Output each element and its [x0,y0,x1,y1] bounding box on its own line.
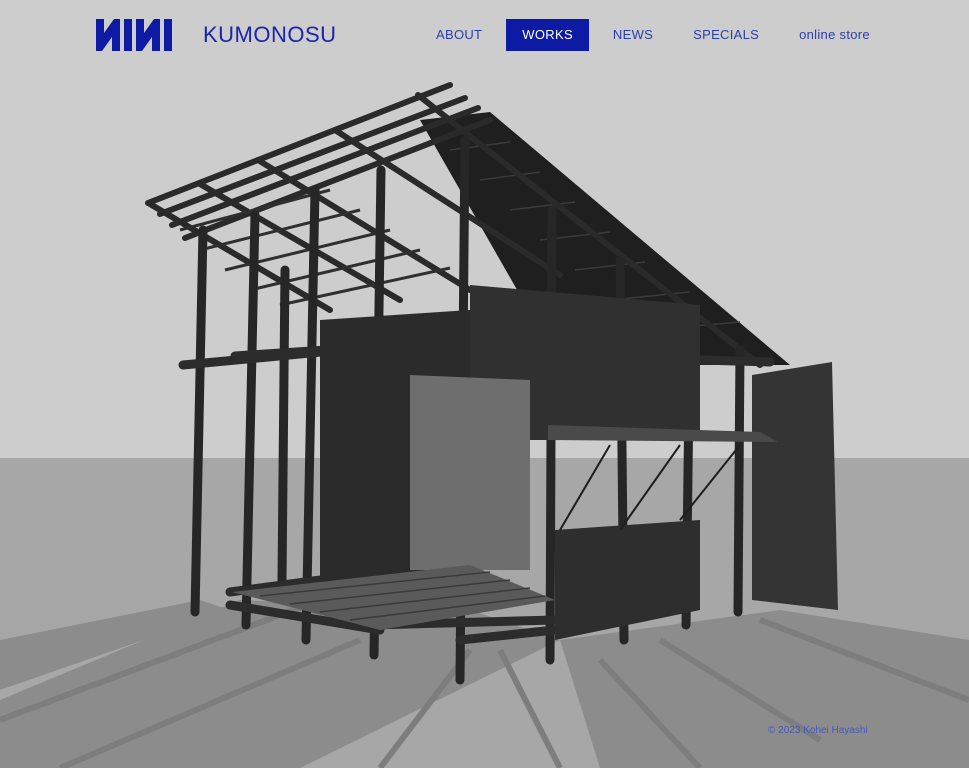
side-door-panel [752,362,838,610]
site-logo-icon[interactable] [96,19,172,51]
nav-news[interactable]: NEWS [597,19,669,51]
nav-online-store[interactable]: online store [783,19,886,51]
doorway-opening [410,375,530,570]
site-header: KUMONOSU ABOUT WORKS NEWS SPECIALS onlin… [0,0,969,70]
site-name[interactable]: KUMONOSU [203,22,337,48]
main-nav: ABOUT WORKS NEWS SPECIALS online store [420,19,886,51]
nav-works[interactable]: WORKS [506,19,589,51]
nav-specials[interactable]: SPECIALS [677,19,775,51]
copyright-text: © 2023 Kohei Hayashi [768,725,868,736]
hero-3d-render [0,0,969,768]
nav-about[interactable]: ABOUT [420,19,498,51]
